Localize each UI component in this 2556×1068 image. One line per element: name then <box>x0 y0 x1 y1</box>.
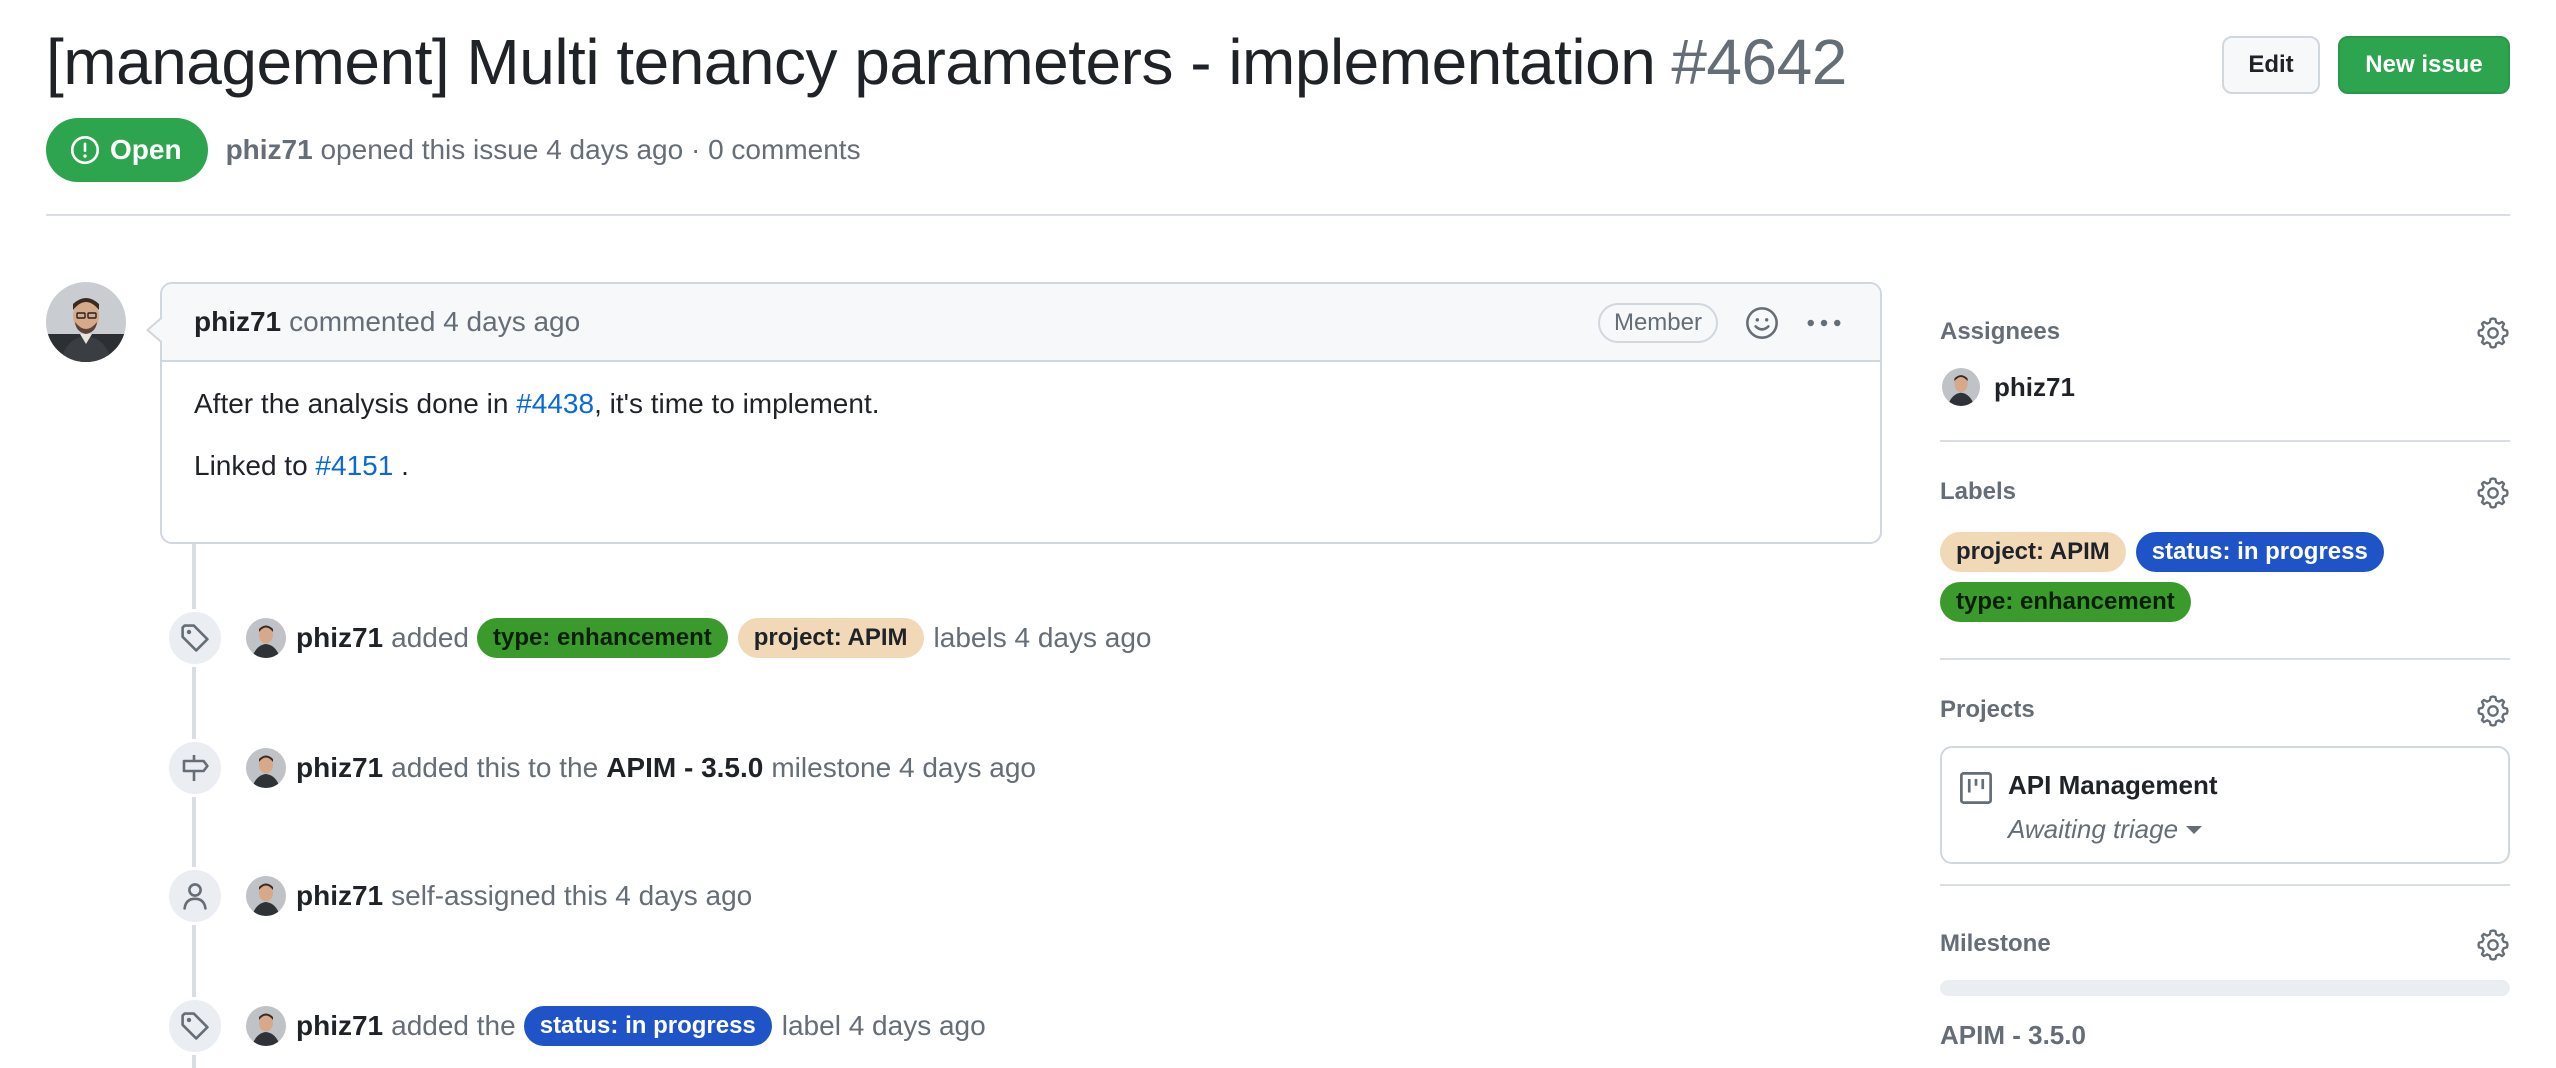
issue-opened-text: phiz71 opened this issue 4 days ago · 0 … <box>226 134 861 166</box>
projects-title: Projects <box>1940 696 2035 723</box>
projects-settings-button[interactable] <box>2476 694 2510 728</box>
sidebar-divider <box>1940 440 2510 442</box>
timeline-event: phiz71 added this to the APIM - 3.5.0 mi… <box>166 738 1036 798</box>
event-badge <box>166 867 224 925</box>
timeline-event: phiz71 added type: enhancement project: … <box>166 608 1151 668</box>
gear-icon <box>2477 929 2509 961</box>
assignee-name: phiz71 <box>1994 371 2075 402</box>
milestone-link[interactable]: APIM - 3.5.0 <box>1940 1020 2086 1051</box>
avatar <box>1942 368 1980 406</box>
assignees-settings-button[interactable] <box>2476 316 2510 350</box>
issue-comment: phiz71 commented 4 days ago Member After… <box>146 282 1882 544</box>
gear-icon <box>2477 695 2509 727</box>
comment-header-actions: Member <box>1597 284 1842 362</box>
new-issue-button[interactable]: New issue <box>2338 36 2510 94</box>
opened-summary: opened this issue 4 days ago · 0 comment… <box>320 134 861 165</box>
issue-reference-link[interactable]: #4438 <box>516 388 594 419</box>
event-badge <box>166 997 224 1055</box>
event-actor-link[interactable]: phiz71 <box>296 622 383 654</box>
smiley-icon <box>1746 307 1778 339</box>
project-card: API Management Awaiting triage <box>1940 746 2510 864</box>
issue-number: #4642 <box>1671 26 1847 98</box>
milestone-progress-bar <box>1940 980 2510 996</box>
event-text: added <box>391 622 470 653</box>
project-status-value: Awaiting triage <box>2008 814 2179 844</box>
project-status-dropdown[interactable]: Awaiting triage <box>2008 814 2203 845</box>
status-label: Open <box>110 134 182 165</box>
issue-title-row: [management] Multi tenancy parameters - … <box>46 22 1847 102</box>
issue-header: [management] Multi tenancy parameters - … <box>46 0 2510 216</box>
comment-body: After the analysis done in #4438, it's t… <box>162 362 1880 542</box>
label-project-apim[interactable]: project: APIM <box>1940 532 2126 572</box>
comment-text: , it's time to implement. <box>594 388 880 419</box>
comment-timestamp[interactable]: commented 4 days ago <box>289 306 580 338</box>
kebab-horizontal-icon <box>1807 319 1841 327</box>
add-reaction-button[interactable] <box>1744 305 1780 341</box>
comment-paragraph: After the analysis done in #4438, it's t… <box>194 390 1848 418</box>
comment-options-button[interactable] <box>1806 305 1842 341</box>
comment-text: Linked to <box>194 450 316 481</box>
avatar[interactable] <box>246 618 286 658</box>
avatar[interactable] <box>46 282 126 362</box>
event-text: self-assigned this 4 days ago <box>391 880 753 911</box>
timeline-event: phiz71 self-assigned this 4 days ago <box>166 866 752 926</box>
issue-reference-link[interactable]: #4151 <box>315 450 393 481</box>
sidebar-labels-list: project: APIM status: in progress type: e… <box>1940 532 2510 632</box>
issue-author-link[interactable]: phiz71 <box>226 134 313 165</box>
sidebar-divider <box>1940 884 2510 886</box>
event-actor-link[interactable]: phiz71 <box>296 1010 383 1042</box>
tag-icon <box>181 1012 209 1040</box>
avatar[interactable] <box>246 876 286 916</box>
project-board-icon <box>1958 770 1994 811</box>
avatar-image <box>46 282 126 362</box>
event-actor-link[interactable]: phiz71 <box>296 752 383 784</box>
comment-text: After the analysis done in <box>194 388 517 419</box>
triangle-down-icon <box>2186 825 2203 834</box>
tag-icon <box>181 624 209 652</box>
event-badge <box>166 609 224 667</box>
issue-title: [management] Multi tenancy parameters - … <box>46 26 1656 98</box>
issue-opened-icon <box>70 135 100 165</box>
label-type-enhancement[interactable]: type: enhancement <box>1940 582 2191 622</box>
milestone-settings-button[interactable] <box>2476 928 2510 962</box>
comment-paragraph: Linked to #4151 . <box>194 452 1848 480</box>
label-status-in-progress[interactable]: status: in progress <box>2135 532 2384 572</box>
avatar[interactable] <box>246 1006 286 1046</box>
event-actor-link[interactable]: phiz71 <box>296 880 383 912</box>
labels-settings-button[interactable] <box>2476 476 2510 510</box>
assignees-title: Assignees <box>1940 318 2061 345</box>
event-timestamp[interactable]: labels 4 days ago <box>934 622 1152 654</box>
person-icon <box>183 883 207 910</box>
edit-button[interactable]: Edit <box>2222 36 2320 94</box>
header-actions: Edit New issue <box>2222 36 2510 94</box>
label-status-in-progress[interactable]: status: in progress <box>523 1006 772 1046</box>
event-text: added this to the <box>391 752 599 783</box>
project-name-link[interactable]: API Management <box>2008 770 2218 801</box>
event-badge <box>166 739 224 797</box>
milestone-icon <box>182 755 209 781</box>
event-text: added the <box>391 1010 516 1041</box>
assignee-item[interactable]: phiz71 <box>1942 368 2075 406</box>
comment-header: phiz71 commented 4 days ago Member <box>162 284 1880 362</box>
labels-title: Labels <box>1940 478 2017 505</box>
sidebar-divider <box>1940 658 2510 660</box>
event-timestamp[interactable]: label 4 days ago <box>782 1010 986 1042</box>
event-timestamp[interactable]: milestone 4 days ago <box>771 752 1036 784</box>
gear-icon <box>2477 477 2509 509</box>
label-project-apim[interactable]: project: APIM <box>737 618 924 658</box>
gear-icon <box>2477 317 2509 349</box>
comment-author-link[interactable]: phiz71 <box>194 306 281 338</box>
label-type-enhancement[interactable]: type: enhancement <box>477 618 728 658</box>
timeline-event: phiz71 added the status: in progress lab… <box>166 996 986 1056</box>
issue-meta: Open phiz71 opened this issue 4 days ago… <box>46 118 861 182</box>
status-badge: Open <box>46 118 208 182</box>
milestone-title: Milestone <box>1940 930 2051 957</box>
member-badge: Member <box>1597 303 1718 343</box>
avatar[interactable] <box>246 748 286 788</box>
comment-text: . <box>393 450 409 481</box>
milestone-link[interactable]: APIM - 3.5.0 <box>606 752 763 784</box>
